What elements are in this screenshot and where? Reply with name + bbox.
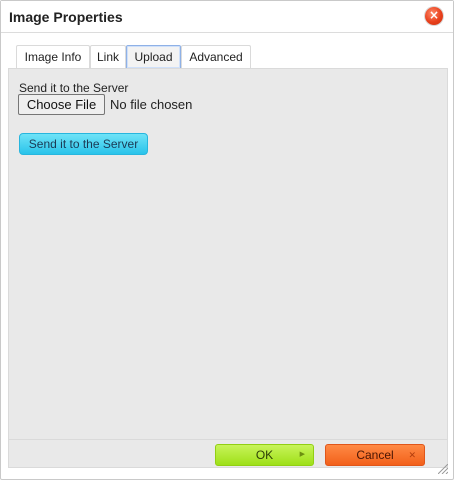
ok-button[interactable]: OK ▶ [215,444,314,466]
ok-button-label: OK [255,448,274,462]
upload-label: Send it to the Server [19,81,129,95]
upload-panel: Send it to the Server Choose File No fil… [8,68,448,440]
dialog-footer: OK ▶ Cancel ✕ [8,440,448,468]
cancel-button[interactable]: Cancel ✕ [325,444,425,466]
tab-advanced[interactable]: Advanced [181,45,251,69]
tab-link[interactable]: Link [90,45,126,69]
dialog-title: Image Properties [9,9,123,25]
dialog-titlebar[interactable]: Image Properties × [1,1,453,33]
close-icon[interactable]: × [425,7,443,25]
send-to-server-button[interactable]: Send it to the Server [19,133,148,155]
resize-grip-icon[interactable] [438,464,448,474]
tab-upload[interactable]: Upload [126,45,181,69]
file-status-text: No file chosen [110,97,193,112]
cancel-button-label: Cancel [356,448,394,462]
arrow-right-icon: ▶ [299,451,305,458]
close-button[interactable]: × [425,7,443,25]
image-properties-dialog: Image Properties × Image Info Link Uploa… [0,0,454,480]
choose-file-button[interactable]: Choose File [18,94,105,115]
tab-image-info[interactable]: Image Info [16,45,90,69]
close-icon: ✕ [408,450,416,460]
